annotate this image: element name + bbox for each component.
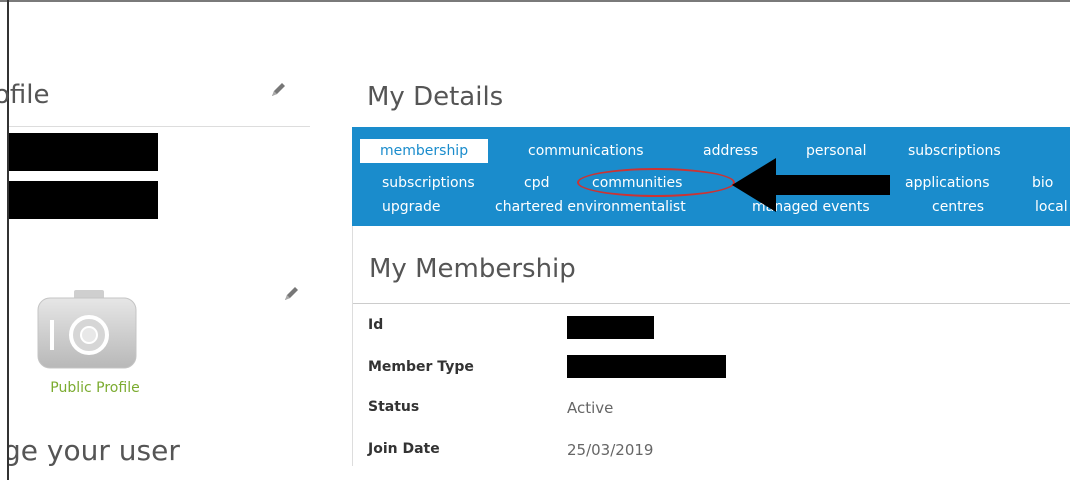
tab-cpd[interactable]: cpd: [524, 173, 549, 193]
field-value-join-date: 25/03/2019: [567, 441, 654, 459]
edit-pencil-icon[interactable]: [270, 80, 288, 98]
arrow-left-icon: [732, 158, 890, 212]
profile-divider: [9, 126, 310, 127]
field-label-status: Status: [368, 399, 420, 415]
my-details-title: My Details: [367, 82, 504, 112]
details-left-border: [352, 226, 353, 466]
tab-applications[interactable]: applications: [905, 173, 990, 193]
tab-local[interactable]: local: [1035, 197, 1068, 217]
field-label-member-type: Member Type: [368, 359, 474, 375]
tab-subscriptions-2[interactable]: subscriptions: [382, 173, 475, 193]
tab-subscriptions[interactable]: subscriptions: [908, 141, 1001, 161]
frame-left-border: [7, 0, 9, 480]
field-label-id: Id: [368, 317, 384, 333]
tab-membership[interactable]: membership: [360, 139, 489, 163]
tab-bio[interactable]: bio: [1032, 173, 1053, 193]
field-label-join-date: Join Date: [368, 441, 440, 457]
redacted-id-value: [567, 316, 654, 339]
communities-highlight-ellipse: [577, 168, 735, 197]
field-value-status: Active: [567, 399, 614, 417]
redacted-membership-number: [9, 181, 158, 219]
profile-heading: ofile: [0, 80, 50, 110]
edit-photo-pencil-icon[interactable]: [283, 284, 301, 302]
public-profile-link[interactable]: Public Profile: [20, 380, 170, 396]
my-membership-title: My Membership: [369, 254, 576, 284]
redacted-name: [9, 133, 158, 171]
tab-upgrade[interactable]: upgrade: [382, 197, 440, 217]
manage-user-heading: ge your user: [9, 434, 180, 467]
frame-top-border: [0, 0, 1070, 2]
tab-chartered-environmentalist[interactable]: chartered environmentalist: [495, 197, 686, 217]
redacted-member-type-value: [567, 355, 726, 378]
membership-divider: [352, 303, 1070, 304]
tab-communications[interactable]: communications: [528, 141, 644, 161]
tab-centres[interactable]: centres: [932, 197, 984, 217]
camera-icon[interactable]: [36, 290, 138, 370]
